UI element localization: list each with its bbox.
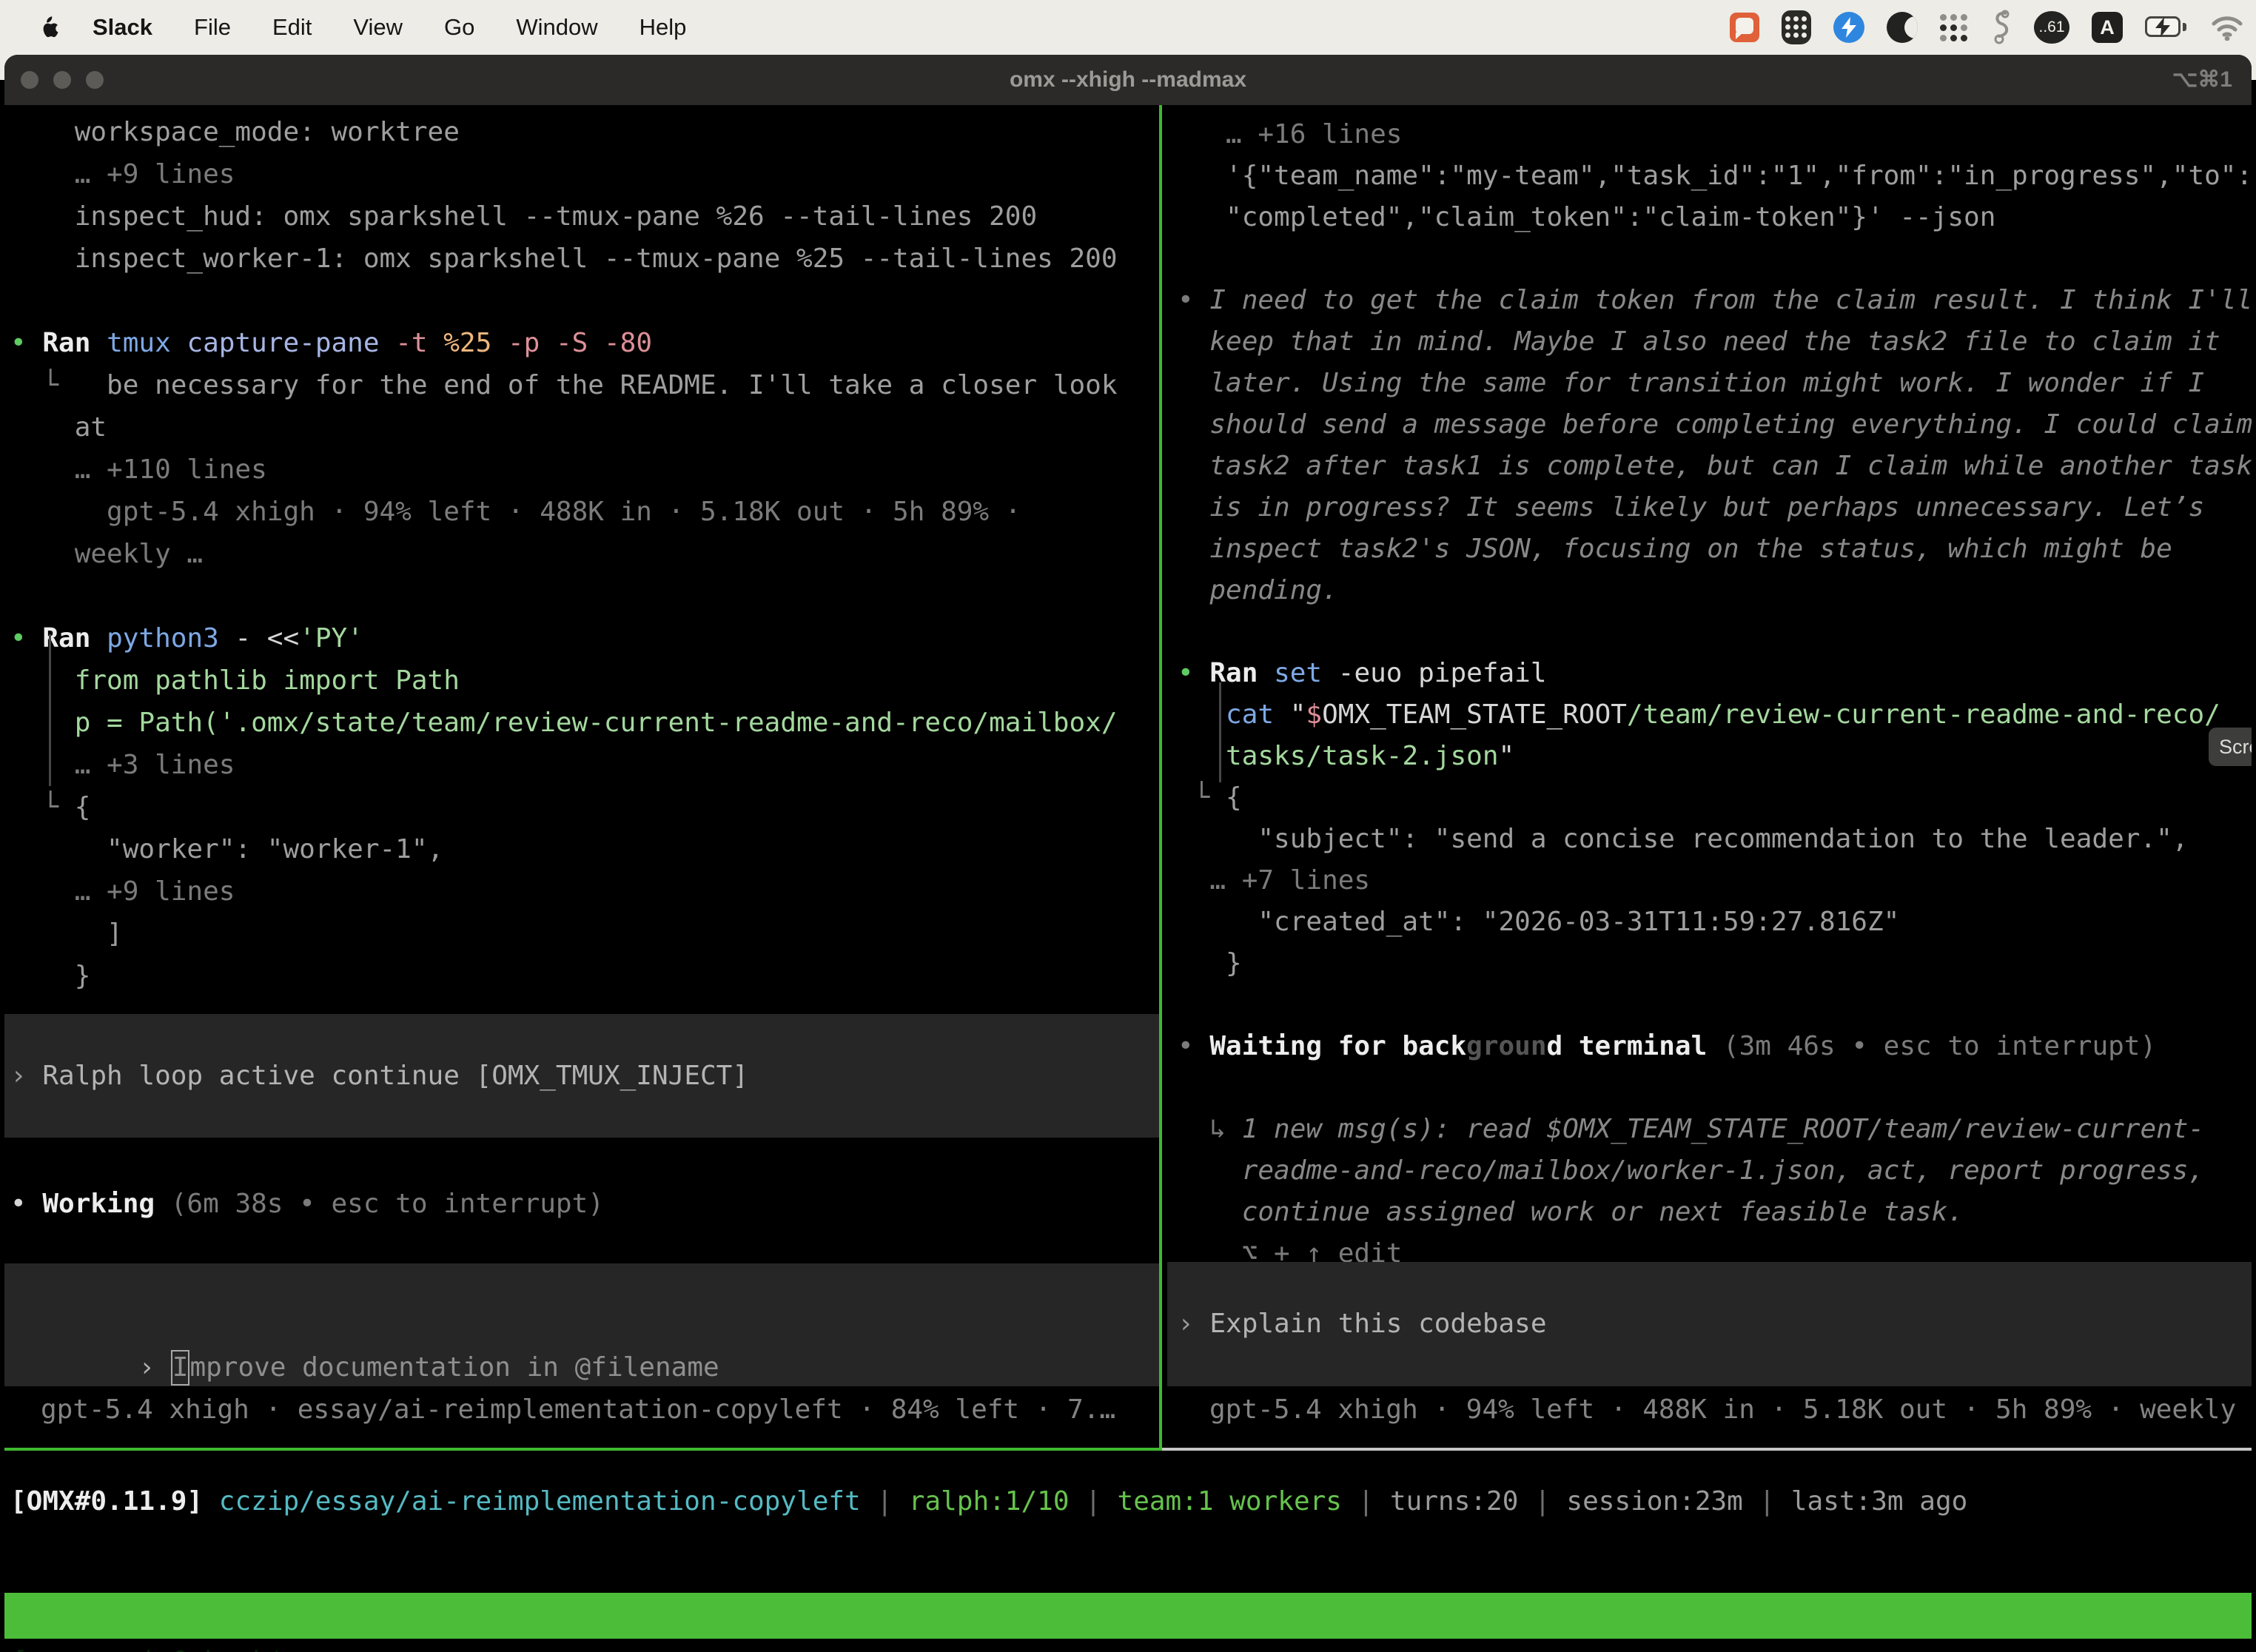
terminal-row: "completed","claim_token":"claim-token"}… (1178, 197, 2252, 238)
squiggle-app-icon[interactable] (1990, 10, 2012, 45)
tmux-session-label: [omx-cczip0:bash* (12, 1639, 284, 1652)
omx-status-line: [OMX#0.11.9] cczip/essay/ai-reimplementa… (10, 1480, 1967, 1522)
right-prompt-band[interactable]: › Explain this codebase (1167, 1262, 2252, 1386)
terminal-row: … +3 lines (10, 744, 1118, 786)
terminal-row: └ { (1178, 777, 2252, 819)
terminal-row: • I need to get the claim token from the… (1178, 280, 2252, 321)
terminal-row: "worker": "worker-1", (10, 828, 1118, 870)
moon-app-icon[interactable] (1887, 12, 1918, 43)
pane-border-bottom-left (4, 1448, 1159, 1451)
menu-item-slack[interactable]: Slack (93, 14, 152, 41)
terminal-row: } (10, 955, 1118, 997)
pane-border-bottom-right (1162, 1448, 2252, 1451)
text-cursor: I (171, 1350, 190, 1386)
app-menus: Slack File Edit View Go Window Help (93, 14, 686, 41)
bolt-app-icon[interactable] (1833, 12, 1864, 43)
terminal-row: is in progress? It seems likely but perh… (1178, 487, 2252, 528)
terminal-row: … +16 lines (1178, 114, 2252, 155)
right-pane[interactable]: … +16 lines '{"team_name":"my-team","tas… (1167, 105, 2252, 1448)
left-prompt-band[interactable]: › Improve documentation in @filename (4, 1263, 1159, 1386)
terminal-row: └ { (10, 786, 1118, 828)
terminal-row (1178, 611, 2252, 653)
terminal-row: weekly … (10, 533, 1118, 575)
terminal-row: later. Using the same for transition mig… (1178, 363, 2252, 404)
prompt-placeholder: mprove documentation in @filename (189, 1352, 719, 1383)
right-pane-scrollback: … +16 lines '{"team_name":"my-team","tas… (1178, 114, 2252, 1275)
ralph-loop-banner: › Ralph loop active continue [OMX_TMUX_I… (4, 1014, 1159, 1138)
right-session-status: gpt-5.4 xhigh · 94% left · 488K in · 5.1… (1209, 1389, 2252, 1431)
left-pane-scrollback: workspace_mode: worktree … +9 lines insp… (10, 111, 1118, 997)
menu-item-view[interactable]: View (353, 14, 403, 41)
terminal-row: workspace_mode: worktree (10, 111, 1118, 153)
terminal-row: • Ran python3 - <<'PY' (10, 617, 1118, 659)
left-output-connector-line (49, 634, 51, 786)
terminal-row: ] (10, 913, 1118, 955)
window-title: omx --xhigh --madmax (4, 55, 2252, 105)
terminal-row (1178, 238, 2252, 280)
right-prompt-line: › Explain this codebase (1178, 1303, 1547, 1345)
terminal-row (1178, 1067, 2252, 1109)
terminal-row: p = Path('.omx/state/team/review-current… (10, 702, 1118, 744)
terminal-content: workspace_mode: worktree … +9 lines insp… (4, 105, 2252, 1652)
terminal-row (10, 280, 1118, 322)
terminal-window: omx --xhigh --madmax ⌥⌘1 workspace_mode:… (4, 55, 2252, 1652)
menu-item-window[interactable]: Window (516, 14, 597, 41)
terminal-row: "subject": "send a concise recommendatio… (1178, 819, 2252, 860)
terminal-row: keep that in mind. Maybe I also need the… (1178, 321, 2252, 363)
menu-item-help[interactable]: Help (639, 14, 687, 41)
left-prompt-line: › Improve documentation in @filename (10, 1304, 719, 1346)
terminal-row: inspect_worker-1: omx sparkshell --tmux-… (10, 238, 1118, 280)
menu-item-file[interactable]: File (194, 14, 231, 41)
tmux-status-bar: [omx-cczip0:bash* "MacBook-Pro-44.local"… (4, 1593, 2252, 1639)
working-status: • Working (6m 38s • esc to interrupt) (10, 1183, 604, 1225)
menu-status-icons: ..61 A (1730, 10, 2244, 45)
terminal-row: at (10, 406, 1118, 449)
right-output-connector-line (1219, 682, 1221, 782)
terminal-row: readme-and-reco/mailbox/worker-1.json, a… (1178, 1150, 2252, 1192)
terminal-row: from pathlib import Path (10, 659, 1118, 702)
terminal-row: ↳ 1 new msg(s): read $OMX_TEAM_STATE_ROO… (1178, 1109, 2252, 1150)
terminal-row: should send a message before completing … (1178, 404, 2252, 446)
count-badge-icon[interactable]: ..61 (2034, 11, 2069, 44)
menu-bar: Slack File Edit View Go Window Help ..61 A (0, 0, 2256, 55)
apple-menu-icon[interactable] (38, 16, 58, 40)
terminal-row: • Ran set -euo pipefail (1178, 653, 2252, 694)
prompt-chevron-icon: › (138, 1352, 170, 1383)
terminal-row: task2 after task1 is complete, but can I… (1178, 446, 2252, 487)
terminal-row: └ be necessary for the end of the README… (10, 364, 1118, 406)
terminal-row: • Waiting for background terminal (3m 46… (1178, 1026, 2252, 1067)
terminal-row: inspect_hud: omx sparkshell --tmux-pane … (10, 195, 1118, 238)
pane-divider-vertical[interactable] (1159, 105, 1162, 1451)
letter-a-icon[interactable]: A (2092, 12, 2123, 43)
menu-item-edit[interactable]: Edit (272, 14, 312, 41)
password-shield-icon[interactable] (1782, 10, 1811, 44)
left-session-status: gpt-5.4 xhigh · essay/ai-reimplementatio… (41, 1389, 1115, 1431)
terminal-row (1178, 984, 2252, 1026)
window-shortcut-badge: ⌥⌘1 (2172, 55, 2232, 105)
left-pane[interactable]: workspace_mode: worktree … +9 lines insp… (4, 105, 1159, 1448)
terminal-row: • Ran tmux capture-pane -t %25 -p -S -80 (10, 322, 1118, 364)
battery-icon[interactable] (2145, 16, 2188, 38)
terminal-row: … +110 lines (10, 449, 1118, 491)
terminal-row: … +7 lines (1178, 860, 2252, 901)
terminal-row: … +9 lines (10, 153, 1118, 195)
terminal-row: continue assigned work or next feasible … (1178, 1192, 2252, 1233)
terminal-row: "created_at": "2026-03-31T11:59:27.816Z" (1178, 901, 2252, 943)
screen-tooltip: Scre (2209, 728, 2252, 766)
ralph-loop-banner-text: › Ralph loop active continue [OMX_TMUX_I… (10, 1055, 748, 1097)
terminal-row: gpt-5.4 xhigh · 94% left · 488K in · 5.1… (10, 491, 1118, 533)
terminal-row: tasks/task-2.json" (1178, 736, 2252, 777)
terminal-row: } (1178, 943, 2252, 984)
dots-grid-icon[interactable] (1940, 14, 1967, 41)
wifi-icon[interactable] (2210, 14, 2244, 41)
terminal-row: pending. (1178, 570, 2252, 611)
terminal-row: cat "$OMX_TEAM_STATE_ROOT/team/review-cu… (1178, 694, 2252, 736)
screen-recording-icon[interactable] (1730, 13, 1759, 42)
terminal-row: inspect task2's JSON, focusing on the st… (1178, 528, 2252, 570)
terminal-row: '{"team_name":"my-team","task_id":"1","f… (1178, 155, 2252, 197)
menu-item-go[interactable]: Go (444, 14, 474, 41)
title-bar[interactable]: omx --xhigh --madmax ⌥⌘1 (4, 55, 2252, 105)
terminal-row (10, 575, 1118, 617)
terminal-row: … +9 lines (10, 870, 1118, 913)
